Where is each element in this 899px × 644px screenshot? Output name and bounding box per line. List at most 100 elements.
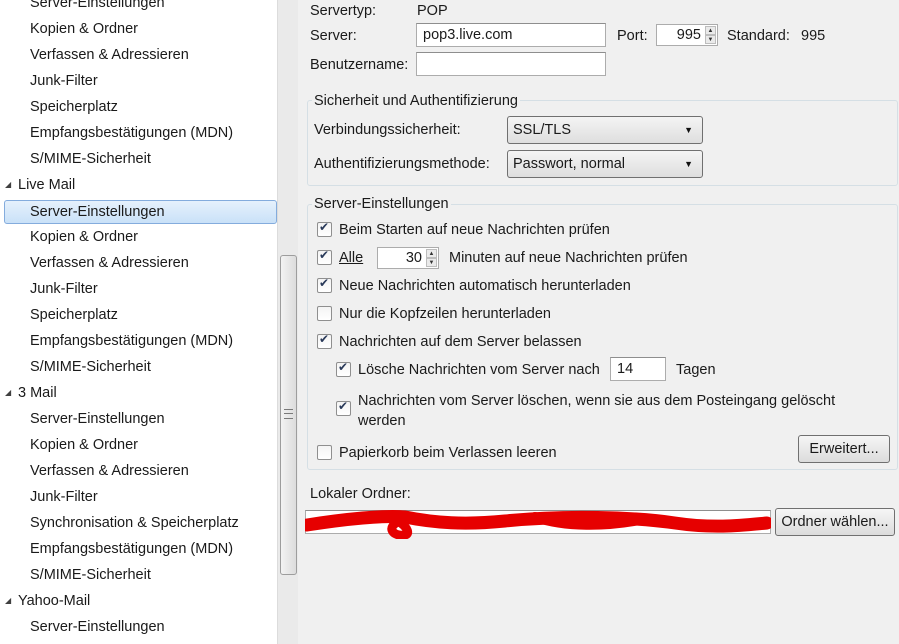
username-input[interactable]	[416, 52, 606, 76]
tree-item-label: Verfassen & Adressieren	[30, 47, 189, 63]
servertype-value: POP	[417, 3, 448, 19]
check-interval-value: 30	[405, 250, 422, 266]
tree-item-label: Kopien & Ordner	[30, 437, 139, 453]
tree-item-label: Server-Einstellungen	[30, 619, 165, 635]
check-every-label[interactable]: Alle	[339, 250, 363, 266]
security-group-title: Sicherheit und Authentifizierung	[312, 92, 520, 110]
leave-on-server-label[interactable]: Nachrichten auf dem Server belassen	[339, 334, 582, 350]
tree-item-label: Junk-Filter	[30, 73, 98, 89]
spin-up-icon[interactable]: ▲	[705, 26, 716, 35]
empty-trash-checkbox[interactable]	[317, 445, 332, 460]
choose-folder-button[interactable]: Ordner wählen...	[775, 508, 895, 536]
expand-icon[interactable]: ◢	[5, 386, 11, 400]
tree-item-label: Verfassen & Adressieren	[30, 463, 189, 479]
port-stepper[interactable]: 995 ▲ ▼	[656, 24, 718, 46]
expand-icon[interactable]: ◢	[5, 594, 11, 608]
check-every-suffix: Minuten auf neue Nachrichten prüfen	[449, 250, 688, 266]
tree-item[interactable]: Kopien & Ordner	[0, 434, 138, 460]
interval-spin-arrows[interactable]: ▲ ▼	[426, 249, 437, 267]
tree-item[interactable]: Junk-Filter	[0, 278, 98, 304]
tree-item-label: Junk-Filter	[30, 281, 98, 297]
tree-item[interactable]: Empfangsbestätigungen (MDN)	[0, 122, 233, 148]
tree-item[interactable]: S/MIME-Sicherheit	[0, 356, 151, 382]
tree-item[interactable]: Empfangsbestätigungen (MDN)	[0, 538, 233, 564]
standard-value: 995	[801, 28, 826, 44]
delete-when-deleted-label[interactable]: Nachrichten vom Server löschen, wenn sie…	[358, 391, 848, 431]
auth-method-select[interactable]: Passwort, normal ▼	[507, 150, 703, 178]
tree-account[interactable]: ◢ 3 Mail	[0, 382, 57, 408]
tree-item-label: Synchronisation & Speicherplatz	[30, 515, 239, 531]
auto-download-label[interactable]: Neue Nachrichten automatisch herunterlad…	[339, 278, 631, 294]
tree-item[interactable]: Empfangsbestätigungen (MDN)	[0, 330, 233, 356]
spin-down-icon[interactable]: ▼	[426, 258, 437, 267]
spin-down-icon[interactable]: ▼	[705, 35, 716, 44]
leave-on-server-checkbox[interactable]	[317, 332, 332, 349]
account-tree: Server-Einstellungen Kopien & Ordner Verfa…	[0, 0, 298, 644]
chevron-down-icon: ▼	[684, 125, 693, 135]
tree-item[interactable]: Synchronisation & Speicherplatz	[0, 512, 239, 538]
tree-item-label: Speicherplatz	[30, 99, 118, 115]
tree-item-label: S/MIME-Sicherheit	[30, 567, 151, 583]
delete-after-checkbox[interactable]	[336, 360, 351, 377]
servertype-label: Servertyp:	[310, 3, 377, 19]
local-folder-label: Lokaler Ordner:	[310, 486, 411, 502]
tree-item[interactable]: Junk-Filter	[0, 486, 98, 512]
tree-item[interactable]: Server-Einstellungen	[0, 408, 165, 434]
auto-download-checkbox[interactable]	[317, 276, 332, 293]
tree-item[interactable]: Server-Einstellungen	[0, 616, 165, 642]
auth-method-value: Passwort, normal	[513, 156, 626, 172]
tree-item-label: Empfangsbestätigungen (MDN)	[30, 541, 234, 557]
standard-label: Standard:	[727, 28, 790, 44]
tree-item-label: Speicherplatz	[30, 307, 118, 323]
tree-item-label: Verfassen & Adressieren	[30, 255, 189, 271]
port-spin-arrows[interactable]: ▲ ▼	[705, 26, 716, 44]
username-label: Benutzername:	[310, 57, 409, 73]
advanced-button[interactable]: Erweitert...	[798, 435, 890, 463]
tree-scrollbar[interactable]	[277, 0, 298, 644]
delete-when-deleted-checkbox[interactable]	[336, 399, 351, 416]
check-on-start-checkbox[interactable]	[317, 220, 332, 237]
check-every-checkbox[interactable]	[317, 248, 332, 265]
tree-item-label: Server-Einstellungen	[30, 204, 165, 220]
headers-only-label[interactable]: Nur die Kopfzeilen herunterladen	[339, 306, 551, 322]
expand-icon[interactable]: ◢	[5, 178, 11, 192]
tree-item-label: Live Mail	[18, 177, 76, 193]
check-interval-stepper[interactable]: 30 ▲ ▼	[377, 247, 439, 269]
tree-item[interactable]: S/MIME-Sicherheit	[0, 148, 151, 174]
connection-security-select[interactable]: SSL/TLS ▼	[507, 116, 703, 144]
port-value: 995	[676, 27, 701, 43]
tree-item-label: Kopien & Ordner	[30, 21, 139, 37]
tree-account[interactable]: ◢ Yahoo-Mail	[0, 590, 90, 616]
tree-item[interactable]: Junk-Filter	[0, 70, 98, 96]
tree-account[interactable]: ◢ Live Mail	[0, 174, 75, 200]
tree-item[interactable]: Server-Einstellungen	[4, 200, 277, 224]
tree-item[interactable]: S/MIME-Sicherheit	[0, 564, 151, 590]
tree-item[interactable]: Kopien & Ordner	[0, 226, 138, 252]
tree-item[interactable]: Server-Einstellungen	[0, 0, 165, 18]
tree-item-label: 3 Mail	[18, 385, 57, 401]
tree-item[interactable]: Speicherplatz	[0, 96, 118, 122]
tree-item[interactable]: Speicherplatz	[0, 304, 118, 330]
chevron-down-icon: ▼	[684, 159, 693, 169]
tree-item-label: Server-Einstellungen	[30, 411, 165, 427]
delete-after-suffix: Tagen	[676, 362, 716, 378]
headers-only-checkbox[interactable]	[317, 306, 332, 321]
tree-item-label: Yahoo-Mail	[18, 593, 91, 609]
server-input[interactable]: pop3.live.com	[416, 23, 606, 47]
tree-item-label: S/MIME-Sicherheit	[30, 151, 151, 167]
check-on-start-label[interactable]: Beim Starten auf neue Nachrichten prüfen	[339, 222, 610, 238]
tree-item[interactable]: Kopien & Ordner	[0, 18, 138, 44]
port-label: Port:	[617, 28, 648, 44]
tree-item-label: Server-Einstellungen	[30, 0, 165, 11]
tree-item[interactable]: Verfassen & Adressieren	[0, 252, 189, 278]
delete-after-days-input[interactable]: 14	[610, 357, 666, 381]
scrollbar-thumb[interactable]	[280, 255, 297, 575]
tree-item[interactable]: Verfassen & Adressieren	[0, 460, 189, 486]
tree-item[interactable]: Verfassen & Adressieren	[0, 44, 189, 70]
delete-after-label[interactable]: Lösche Nachrichten vom Server nach	[358, 362, 600, 378]
tree-item-label: Empfangsbestätigungen (MDN)	[30, 125, 234, 141]
spin-up-icon[interactable]: ▲	[426, 249, 437, 258]
connection-security-label: Verbindungssicherheit:	[314, 122, 461, 138]
empty-trash-label[interactable]: Papierkorb beim Verlassen leeren	[339, 445, 557, 461]
tree-item-label: Empfangsbestätigungen (MDN)	[30, 333, 234, 349]
